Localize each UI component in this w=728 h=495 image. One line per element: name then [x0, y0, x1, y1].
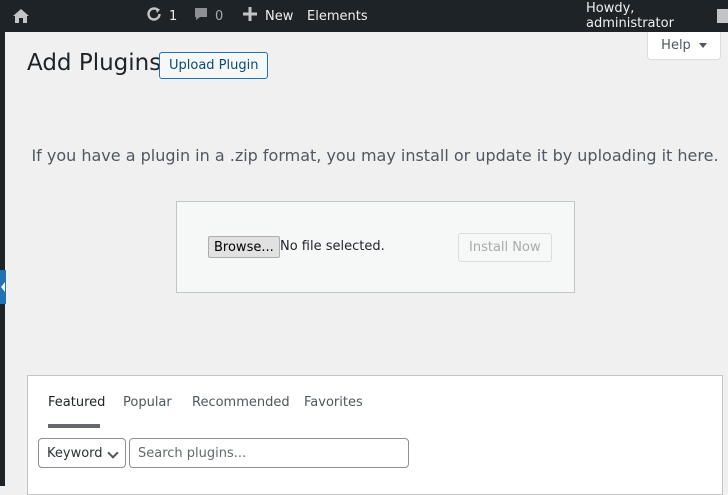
upload-plugin-form: Browse... No file selected. Install Now	[176, 201, 575, 293]
avatar	[717, 9, 728, 23]
search-plugins-input[interactable]	[129, 438, 409, 468]
wordpress-home-icon[interactable]	[10, 0, 32, 32]
install-now-button[interactable]: Install Now	[458, 233, 552, 262]
plus-icon	[243, 7, 257, 25]
upload-instructions: If you have a plugin in a .zip format, y…	[31, 146, 719, 165]
page-title: Add Plugins	[27, 50, 162, 76]
search-type-value: Keyword	[47, 445, 103, 461]
howdy-label: Howdy, administrator	[586, 1, 674, 31]
admin-bar: 1 0 New Elements Howdy, administrator	[0, 0, 728, 32]
new-label: New	[265, 8, 294, 24]
comments-count: 0	[215, 8, 224, 24]
collapse-menu-arrow-icon[interactable]	[0, 270, 6, 304]
caret-down-icon	[698, 43, 707, 48]
account-menu[interactable]: Howdy, administrator	[586, 0, 728, 32]
updates-icon	[145, 5, 163, 27]
updates-count: 1	[169, 8, 178, 24]
comment-icon	[193, 6, 209, 26]
plugin-filter-panel: Featured Popular Recommended Favorites K…	[27, 375, 723, 495]
help-label: Help	[661, 38, 691, 53]
elements-label: Elements	[307, 8, 368, 24]
comments-link[interactable]: 0	[193, 0, 223, 32]
tab-recommended[interactable]: Recommended	[192, 395, 290, 410]
help-tab-button[interactable]: Help	[647, 32, 721, 60]
tab-featured[interactable]: Featured	[48, 395, 105, 410]
tab-popular[interactable]: Popular	[123, 395, 172, 410]
tab-favorites[interactable]: Favorites	[304, 395, 363, 410]
search-type-select[interactable]: Keyword	[38, 438, 126, 468]
elements-link[interactable]: Elements	[307, 0, 368, 32]
current-tab-indicator	[48, 424, 100, 428]
upload-plugin-button[interactable]: Upload Plugin	[159, 52, 269, 79]
new-content-link[interactable]: New	[243, 0, 293, 32]
admin-menu-edge	[0, 32, 5, 486]
updates-link[interactable]: 1	[145, 0, 177, 32]
chevron-down-icon	[107, 447, 119, 459]
file-status-text: No file selected.	[280, 239, 385, 254]
browse-file-button[interactable]: Browse...	[208, 236, 280, 258]
